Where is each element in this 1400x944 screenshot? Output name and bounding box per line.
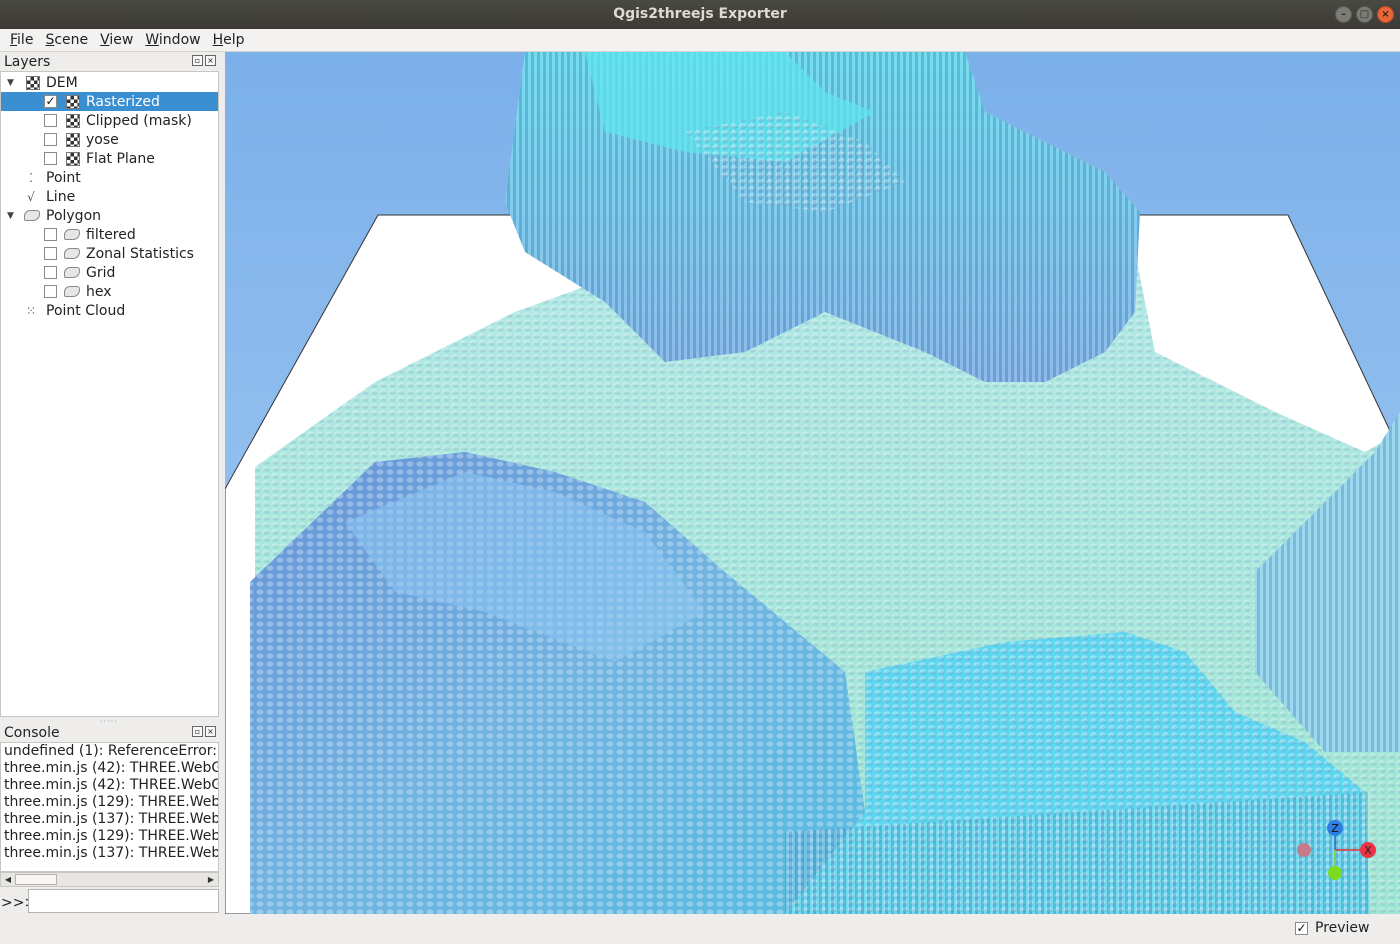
layer-item-clipped[interactable]: Clipped (mask) <box>1 111 218 130</box>
console-line: undefined (1): ReferenceError: Ca <box>4 743 218 759</box>
tree-group-point-cloud[interactable]: ⁙ Point Cloud <box>1 301 218 320</box>
layer-item-rasterized[interactable]: ✓ Rasterized <box>1 92 218 111</box>
layer-checkbox[interactable] <box>44 133 57 146</box>
window-title: Qgis2threejs Exporter <box>613 6 787 22</box>
tree-group-point[interactable]: ⁚ Point <box>1 168 218 187</box>
preview-label: Preview <box>1315 920 1370 936</box>
neg-x-axis-handle[interactable] <box>1297 843 1311 857</box>
menu-help[interactable]: Help <box>207 32 251 48</box>
tree-group-dem[interactable]: ▼ DEM <box>1 73 218 92</box>
collapse-arrow-icon[interactable]: ▼ <box>7 211 17 221</box>
tree-group-line[interactable]: √ Line <box>1 187 218 206</box>
console-line: three.min.js (137): THREE.WebGL <box>4 845 218 861</box>
title-bar: Qgis2threejs Exporter – □ × <box>0 0 1400 29</box>
polygon-icon <box>64 229 80 240</box>
dem-icon <box>66 132 80 147</box>
3d-viewport[interactable]: X Z <box>225 52 1400 914</box>
console-panel-title: Console <box>4 725 60 741</box>
polygon-icon <box>64 267 80 278</box>
scroll-left-icon[interactable]: ◀ <box>1 873 15 886</box>
console-line: three.min.js (129): THREE.WebGL <box>4 828 218 844</box>
layers-panel-title: Layers <box>4 54 51 70</box>
point-cloud-icon: ⁙ <box>25 303 37 318</box>
layer-item-flat-plane[interactable]: Flat Plane <box>1 149 218 168</box>
collapse-arrow-icon[interactable]: ▼ <box>7 78 17 88</box>
console-line: three.min.js (137): THREE.WebGL <box>4 811 218 827</box>
point-icon: ⁚ <box>29 170 33 185</box>
layer-checkbox[interactable] <box>44 228 57 241</box>
status-bar <box>0 914 1400 944</box>
layer-item-grid[interactable]: Grid <box>1 263 218 282</box>
maximize-button[interactable]: □ <box>1356 6 1373 23</box>
layer-checkbox[interactable] <box>44 266 57 279</box>
x-axis-label: X <box>1364 844 1372 857</box>
close-button[interactable]: × <box>1377 6 1394 23</box>
layer-item-filtered[interactable]: filtered <box>1 225 218 244</box>
dem-icon <box>66 94 80 109</box>
dem-icon <box>66 151 80 166</box>
layers-panel-header: Layers ▫ × <box>0 52 220 72</box>
polygon-icon <box>64 286 80 297</box>
scrollbar-thumb[interactable] <box>15 874 57 885</box>
layer-checkbox[interactable]: ✓ <box>44 95 57 108</box>
menu-scene[interactable]: Scene <box>39 32 94 48</box>
console-panel-header: Console ▫ × <box>0 723 220 743</box>
menu-window[interactable]: Window <box>139 32 206 48</box>
console-horizontal-scrollbar[interactable]: ◀ ▶ <box>0 872 219 887</box>
close-panel-icon[interactable]: × <box>205 55 216 66</box>
layer-checkbox[interactable] <box>44 114 57 127</box>
console-output: undefined (1): ReferenceError: Ca three.… <box>0 742 219 872</box>
menu-file[interactable]: File <box>4 32 39 48</box>
terrain-render[interactable]: X Z <box>225 52 1400 914</box>
console-line: three.min.js (42): THREE.WebGLR <box>4 760 218 776</box>
tree-group-polygon[interactable]: ▼ Polygon <box>1 206 218 225</box>
z-axis-label: Z <box>1331 822 1339 835</box>
preview-checkbox[interactable]: ✓ <box>1295 922 1308 935</box>
console-input[interactable] <box>28 889 219 913</box>
minimize-button[interactable]: – <box>1335 6 1352 23</box>
close-panel-icon[interactable]: × <box>205 726 216 737</box>
layer-item-zonal-statistics[interactable]: Zonal Statistics <box>1 244 218 263</box>
console-line: three.min.js (42): THREE.WebGLR <box>4 777 218 793</box>
polygon-icon <box>24 210 40 221</box>
layer-checkbox[interactable] <box>44 247 57 260</box>
layers-tree: ▼ DEM ✓ Rasterized Clipped (mask) yose F… <box>0 71 219 717</box>
float-panel-icon[interactable]: ▫ <box>192 726 203 737</box>
console-line: three.min.js (129): THREE.WebGL <box>4 794 218 810</box>
polygon-icon <box>64 248 80 259</box>
scroll-right-icon[interactable]: ▶ <box>204 873 218 886</box>
layer-checkbox[interactable] <box>44 152 57 165</box>
layer-checkbox[interactable] <box>44 285 57 298</box>
layer-item-hex[interactable]: hex <box>1 282 218 301</box>
line-icon: √ <box>27 189 35 204</box>
dem-icon <box>26 75 40 90</box>
float-panel-icon[interactable]: ▫ <box>192 55 203 66</box>
dem-icon <box>66 113 80 128</box>
window-controls: – □ × <box>1335 6 1394 23</box>
menu-view[interactable]: View <box>94 32 139 48</box>
menu-bar: File Scene View Window Help <box>0 29 1400 52</box>
y-axis-handle[interactable] <box>1328 866 1342 880</box>
layer-item-yose[interactable]: yose <box>1 130 218 149</box>
